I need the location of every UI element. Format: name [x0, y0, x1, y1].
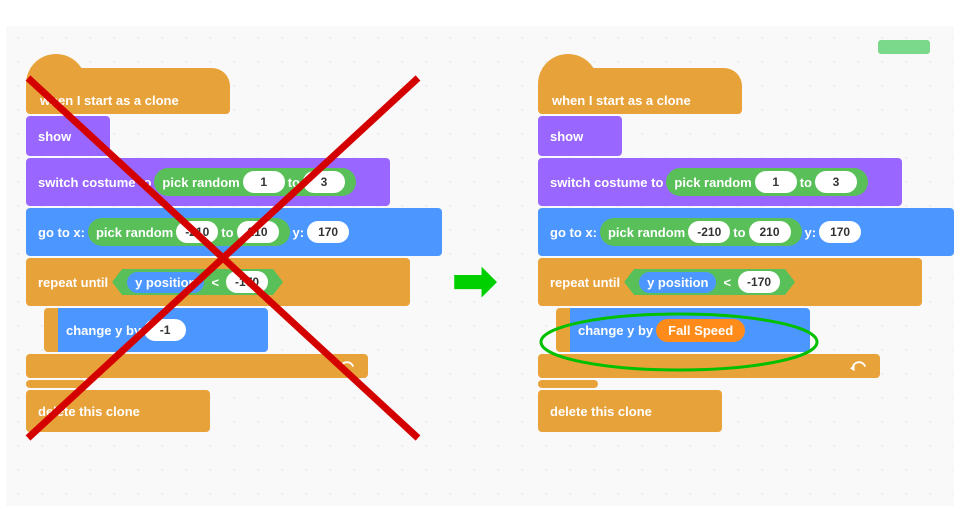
repeat-until-label: repeat until	[550, 275, 620, 290]
num-input[interactable]: 170	[307, 221, 349, 243]
pick-random-label: pick random	[674, 175, 751, 190]
pick-random-reporter[interactable]: pick random -210 to 210	[600, 218, 802, 246]
y-position-reporter[interactable]: y position	[639, 272, 716, 293]
pick-random-label: pick random	[162, 175, 239, 190]
goto-xy-block[interactable]: go to x: pick random -210 to 210 y: 170	[538, 208, 954, 256]
hat-label: when I start as a clone	[552, 93, 691, 108]
y-label: y:	[293, 225, 305, 240]
num-input[interactable]: 3	[815, 171, 857, 193]
repeat-until-label: repeat until	[38, 275, 108, 290]
delete-clone-block[interactable]: delete this clone	[538, 390, 722, 432]
pick-random-reporter[interactable]: pick random 1 to 3	[666, 168, 868, 196]
badge	[878, 40, 930, 54]
show-label: show	[38, 129, 71, 144]
num-input[interactable]: 3	[303, 171, 345, 193]
switch-label: switch costume to	[550, 175, 663, 190]
c-gap	[538, 380, 598, 388]
variable-fall-speed[interactable]: Fall Speed	[656, 319, 745, 342]
delete-clone-label: delete this clone	[550, 404, 652, 419]
num-input[interactable]: 1	[755, 171, 797, 193]
num-input[interactable]: -170	[738, 271, 780, 293]
switch-costume-block[interactable]: switch costume to pick random 1 to 3	[26, 158, 390, 206]
hat-when-start-clone[interactable]: when I start as a clone	[538, 68, 742, 114]
repeat-foot	[538, 354, 880, 378]
arrow-right-icon: ➡	[452, 254, 497, 308]
less-than-operator[interactable]: y position < -170	[624, 269, 795, 295]
show-block[interactable]: show	[538, 116, 622, 156]
goto-x-label: go to x:	[550, 225, 597, 240]
lt-label: <	[723, 275, 731, 290]
y-label: y:	[805, 225, 817, 240]
pick-random-reporter[interactable]: pick random -210 to 210	[88, 218, 290, 246]
script-correct: when I start as a clone show switch cost…	[538, 68, 946, 434]
hat-label: when I start as a clone	[40, 93, 179, 108]
change-y-by-block[interactable]: change y by Fall Speed	[556, 308, 810, 352]
to-label: to	[733, 225, 745, 240]
pick-random-label: pick random	[96, 225, 173, 240]
c-gap	[26, 380, 86, 388]
change-y-label: change y by	[578, 323, 653, 338]
num-input[interactable]: -1	[144, 319, 186, 341]
goto-x-label: go to x:	[38, 225, 85, 240]
switch-costume-block[interactable]: switch costume to pick random 1 to 3	[538, 158, 902, 206]
num-input[interactable]: -170	[226, 271, 268, 293]
change-y-by-block[interactable]: change y by -1	[44, 308, 268, 352]
goto-xy-block[interactable]: go to x: pick random -210 to 210 y: 170	[26, 208, 442, 256]
repeat-foot	[26, 354, 368, 378]
switch-label: switch costume to	[38, 175, 151, 190]
delete-clone-label: delete this clone	[38, 404, 140, 419]
to-label: to	[800, 175, 812, 190]
script-incorrect: when I start as a clone show switch cost…	[26, 68, 434, 434]
pick-random-label: pick random	[608, 225, 685, 240]
repeat-until-block[interactable]: repeat until y position < -170	[538, 258, 922, 306]
to-label: to	[288, 175, 300, 190]
change-y-label: change y by	[66, 323, 141, 338]
show-block[interactable]: show	[26, 116, 110, 156]
delete-clone-block[interactable]: delete this clone	[26, 390, 210, 432]
y-position-reporter[interactable]: y position	[127, 272, 204, 293]
hat-when-start-clone[interactable]: when I start as a clone	[26, 68, 230, 114]
num-input[interactable]: 1	[243, 171, 285, 193]
loop-arrow-icon	[338, 359, 356, 373]
lt-label: <	[211, 275, 219, 290]
pick-random-reporter[interactable]: pick random 1 to 3	[154, 168, 356, 196]
num-input[interactable]: -210	[176, 221, 218, 243]
num-input[interactable]: 210	[237, 221, 279, 243]
to-label: to	[221, 225, 233, 240]
show-label: show	[550, 129, 583, 144]
num-input[interactable]: -210	[688, 221, 730, 243]
num-input[interactable]: 170	[819, 221, 861, 243]
repeat-until-block[interactable]: repeat until y position < -170	[26, 258, 410, 306]
less-than-operator[interactable]: y position < -170	[112, 269, 283, 295]
loop-arrow-icon	[850, 359, 868, 373]
num-input[interactable]: 210	[749, 221, 791, 243]
